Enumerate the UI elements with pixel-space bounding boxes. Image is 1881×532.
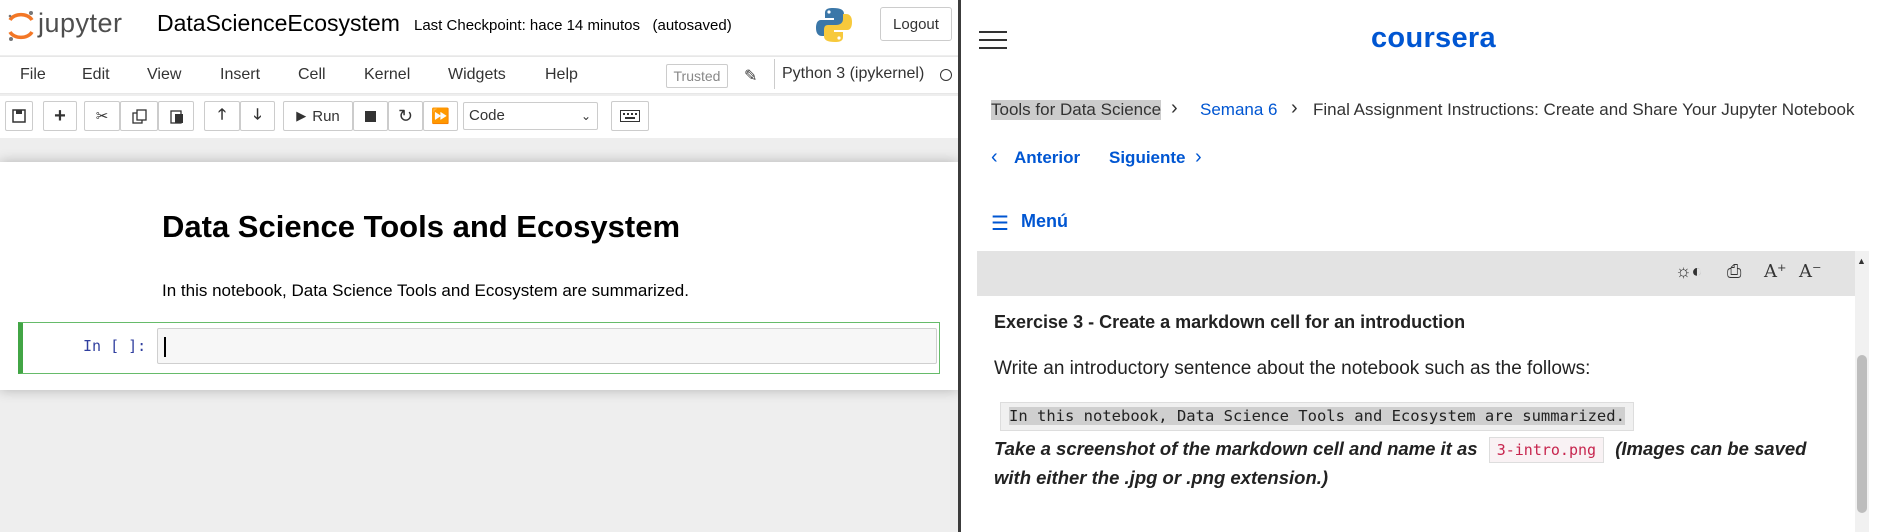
jupyter-toolbar: + ✂ 🡑 🡓 ▶ Run ↻ ⏩ Code ⌄ xyxy=(0,96,958,138)
save-button[interactable] xyxy=(5,101,33,131)
jupyter-logo-text[interactable]: jupyter xyxy=(38,8,123,39)
notebook-name[interactable]: DataScienceEcosystem xyxy=(157,10,400,37)
command-palette-button[interactable] xyxy=(611,101,649,131)
theme-toggle-icon[interactable]: ☼◐ xyxy=(1675,261,1702,282)
print-icon[interactable]: ⎙ xyxy=(1727,261,1741,282)
instruction-text: Take a screenshot of the markdown cell a… xyxy=(994,438,1478,459)
fast-forward-icon: ⏩ xyxy=(431,108,450,125)
breadcrumb-page: Final Assignment Instructions: Create an… xyxy=(1313,100,1855,119)
coursera-window: coursera Tools for Data Science › Semana… xyxy=(961,0,1881,532)
trusted-indicator[interactable]: Trusted xyxy=(666,64,728,88)
chevron-right-icon: › xyxy=(1291,97,1298,119)
paste-icon xyxy=(169,109,183,124)
code-sample-text: In this notebook, Data Science Tools and… xyxy=(1009,407,1625,425)
exercise-title: Exercise 3 - Create a markdown cell for … xyxy=(994,312,1466,332)
scrollbar-thumb[interactable] xyxy=(1857,355,1867,513)
menu-edit[interactable]: Edit xyxy=(82,66,110,84)
restart-button[interactable]: ↻ xyxy=(388,101,423,131)
breadcrumb-week[interactable]: Semana 6 xyxy=(1200,100,1278,120)
menu-kernel[interactable]: Kernel xyxy=(364,66,410,84)
code-input[interactable] xyxy=(157,328,937,364)
exercise-text: Write an introductory sentence about the… xyxy=(994,358,1591,379)
scissors-icon: ✂ xyxy=(95,108,109,125)
arrow-down-icon: 🡓 xyxy=(253,105,262,123)
menu-label[interactable]: Menú xyxy=(1021,211,1068,232)
exercise-instructions: Take a screenshot of the markdown cell a… xyxy=(994,434,1834,492)
chevron-right-icon[interactable]: › xyxy=(1195,146,1202,169)
move-down-button[interactable]: 🡓 xyxy=(240,101,275,131)
stop-icon xyxy=(365,110,376,122)
python-logo-icon xyxy=(816,8,852,42)
kernel-status-icon xyxy=(940,69,952,81)
save-icon xyxy=(12,109,26,123)
checkpoint-status: Last Checkpoint: hace 14 minutos (autosa… xyxy=(414,17,732,34)
plus-icon: + xyxy=(54,104,66,127)
code-sample: In this notebook, Data Science Tools and… xyxy=(1000,402,1634,431)
font-increase-icon[interactable]: A⁺ xyxy=(1764,261,1787,282)
restart-icon: ↻ xyxy=(397,105,414,126)
insert-cell-button[interactable]: + xyxy=(43,101,77,131)
filename-code: 3-intro.png xyxy=(1488,437,1605,463)
menu-view[interactable]: View xyxy=(147,66,181,84)
restart-run-all-button[interactable]: ⏩ xyxy=(423,101,458,131)
notebook-container: Data Science Tools and Ecosystem In this… xyxy=(0,162,958,390)
interrupt-button[interactable] xyxy=(353,101,388,131)
previous-link[interactable]: Anterior xyxy=(1014,148,1080,168)
coursera-logo[interactable]: coursera xyxy=(1371,22,1496,55)
jupyter-header: jupyter DataScienceEcosystem Last Checkp… xyxy=(0,0,958,55)
next-link[interactable]: Siguiente xyxy=(1109,148,1186,168)
notebook-paragraph[interactable]: In this notebook, Data Science Tools and… xyxy=(162,281,689,301)
document-body: Exercise 3 - Create a markdown cell for … xyxy=(977,296,1862,532)
jupyter-logo-icon[interactable] xyxy=(6,8,36,44)
hamburger-menu-icon[interactable] xyxy=(979,28,1007,52)
autosaved-text: (autosaved) xyxy=(652,17,732,34)
menu-file[interactable]: File xyxy=(20,66,46,84)
pencil-icon[interactable]: ✎ xyxy=(744,66,757,86)
chevron-down-icon: ⌄ xyxy=(580,109,591,123)
copy-icon xyxy=(131,108,147,124)
notebook-heading[interactable]: Data Science Tools and Ecosystem xyxy=(162,209,680,245)
copy-button[interactable] xyxy=(120,101,158,131)
menu-insert[interactable]: Insert xyxy=(220,66,260,84)
menu-help[interactable]: Help xyxy=(545,66,578,84)
play-icon: ▶ xyxy=(296,108,307,123)
move-up-button[interactable]: 🡑 xyxy=(204,101,240,131)
cell-type-value: Code xyxy=(469,107,505,124)
code-cell[interactable]: In [ ]: xyxy=(18,322,940,374)
chevron-right-icon: › xyxy=(1171,97,1178,119)
cell-type-select[interactable]: Code ⌄ xyxy=(463,102,598,130)
list-menu-icon[interactable]: ☰ xyxy=(991,211,1009,236)
cell-prompt: In [ ]: xyxy=(83,337,147,355)
chevron-left-icon[interactable]: ‹ xyxy=(991,146,998,169)
run-label: Run xyxy=(312,107,340,125)
paste-button[interactable] xyxy=(158,101,194,131)
kernel-name[interactable]: Python 3 (ipykernel) xyxy=(774,59,924,89)
text-cursor xyxy=(164,337,166,357)
document-toolbar: ☼◐ ⎙ A⁺ A⁻ xyxy=(977,251,1862,296)
checkpoint-text: Last Checkpoint: hace 14 minutos xyxy=(414,17,640,34)
menu-cell[interactable]: Cell xyxy=(298,66,326,84)
arrow-up-icon: 🡑 xyxy=(218,105,226,123)
cut-button[interactable]: ✂ xyxy=(84,101,120,131)
scroll-up-icon[interactable]: ▲ xyxy=(1857,256,1866,266)
jupyter-menubar: File Edit View Insert Cell Kernel Widget… xyxy=(0,56,958,94)
run-button[interactable]: ▶ Run xyxy=(283,101,353,131)
logout-button[interactable]: Logout xyxy=(880,7,952,41)
breadcrumb-course[interactable]: Tools for Data Science xyxy=(991,100,1162,120)
keyboard-icon xyxy=(620,110,640,122)
jupyter-window: jupyter DataScienceEcosystem Last Checkp… xyxy=(0,0,958,532)
font-decrease-icon[interactable]: A⁻ xyxy=(1799,261,1822,282)
menu-widgets[interactable]: Widgets xyxy=(448,66,506,84)
